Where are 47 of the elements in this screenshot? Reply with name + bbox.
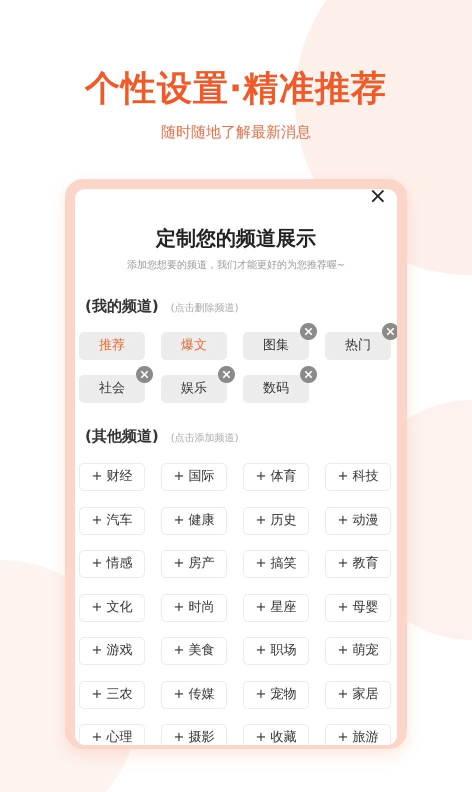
channel-chip[interactable]: + 健康 <box>161 506 227 534</box>
remove-icon[interactable] <box>218 366 235 382</box>
channel-chip[interactable]: 图集 <box>243 332 309 360</box>
channel-chip[interactable]: + 教育 <box>325 550 391 578</box>
dialog-subtitle: 添加您想要的频道，我们才能更好的为您推荐喔~ <box>126 259 346 273</box>
channel-chip[interactable]: + 科技 <box>325 463 391 491</box>
remove-icon[interactable] <box>136 366 153 382</box>
remove-icon[interactable] <box>300 366 317 382</box>
section-hint: (点击添加频道) <box>170 432 239 446</box>
remove-icon[interactable] <box>382 322 397 340</box>
channel-chip[interactable]: + 传媒 <box>161 680 227 708</box>
channel-chip[interactable]: + 时尚 <box>161 594 227 622</box>
channel-chip[interactable]: + 历史 <box>243 506 309 534</box>
channel-chip[interactable]: + 动漫 <box>325 506 391 534</box>
channel-chip[interactable]: + 星座 <box>243 594 309 622</box>
channel-chip[interactable]: + 房产 <box>161 550 227 578</box>
section-heading: (其他频道) <box>85 426 159 446</box>
channel-chip[interactable]: + 母婴 <box>325 594 391 622</box>
channel-chip[interactable]: + 收藏 <box>243 724 309 745</box>
channel-chip[interactable]: + 萌宠 <box>325 637 391 665</box>
channel-chip[interactable]: + 体育 <box>243 463 309 491</box>
channel-chip[interactable]: 娱乐 <box>161 374 227 402</box>
channel-chip[interactable]: + 情感 <box>79 550 145 578</box>
channel-chip[interactable]: + 国际 <box>161 463 227 491</box>
tagline: 随时随地了解最新消息 <box>160 122 312 142</box>
section-heading: (我的频道) <box>85 296 159 317</box>
remove-icon[interactable] <box>300 322 317 340</box>
section-hint: (点击删除频道) <box>170 302 239 316</box>
channel-chip[interactable]: + 财经 <box>79 463 145 491</box>
channel-chip[interactable]: + 职场 <box>243 637 309 665</box>
channel-chip[interactable]: + 旅游 <box>325 724 391 745</box>
channel-chip[interactable]: 热门 <box>325 332 391 360</box>
channel-chip[interactable]: 社会 <box>79 374 145 402</box>
channel-chip[interactable]: 数码 <box>243 374 309 402</box>
channel-chip[interactable]: + 搞笑 <box>243 550 309 578</box>
channel-chip[interactable]: + 游戏 <box>79 637 145 665</box>
channel-chip[interactable]: + 美食 <box>161 637 227 665</box>
channel-chip[interactable]: + 摄影 <box>161 724 227 745</box>
headline: 个性设置·精准推荐 <box>84 68 388 111</box>
close-button[interactable]: × <box>366 189 389 209</box>
channel-chip[interactable]: + 心理 <box>79 724 145 745</box>
channel-chip[interactable]: + 家居 <box>325 680 391 708</box>
channel-chip[interactable]: + 文化 <box>79 594 145 622</box>
channel-chip[interactable]: + 汽车 <box>79 506 145 534</box>
channel-chip[interactable]: + 宠物 <box>243 680 309 708</box>
channel-chip[interactable]: + 三农 <box>79 680 145 708</box>
dialog-title: 定制您的频道展示 <box>154 225 317 251</box>
